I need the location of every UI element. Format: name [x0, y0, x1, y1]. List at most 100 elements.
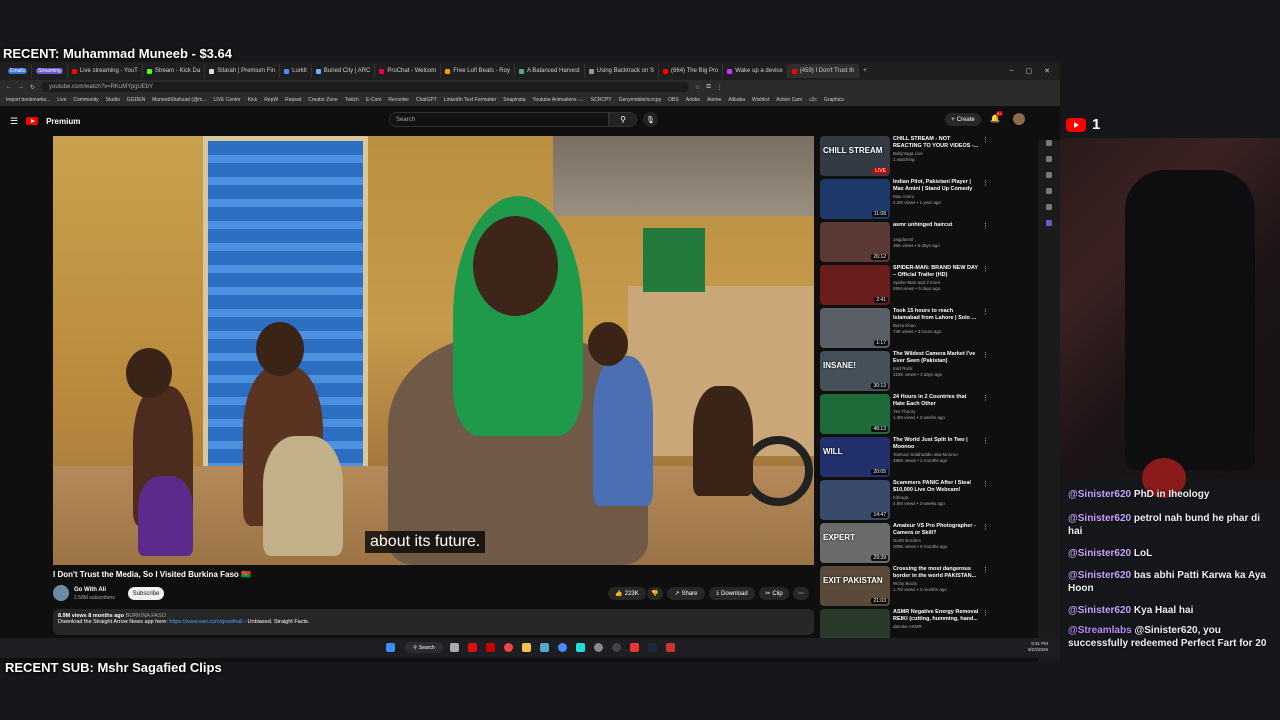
bookmark-item[interactable]: OBS	[668, 97, 679, 103]
recommendation-thumbnail[interactable]: 26:12	[820, 222, 890, 262]
bookmark-item[interactable]: MuneebShahzad (@m...	[152, 97, 206, 103]
bookmark-item[interactable]: c2c	[809, 97, 817, 103]
tab-11[interactable]: (664) The Big Pro	[659, 64, 724, 78]
bookmark-item[interactable]: Kick	[248, 97, 257, 103]
tab-8[interactable]: Free Lofi Beats - Roy	[441, 64, 515, 78]
chat-username[interactable]: @Sinister620	[1068, 513, 1131, 524]
more-options-icon[interactable]: ⋮	[982, 265, 989, 273]
tab-6[interactable]: Buried City | ARC	[312, 64, 376, 78]
video-player[interactable]: about its future.	[53, 136, 814, 565]
description-box[interactable]: 8.9M views 8 months ago BURKINA FASO Dow…	[53, 609, 814, 635]
bookmark-item[interactable]: GGDEN	[127, 97, 145, 103]
recommendation-thumbnail[interactable]: 1:17	[820, 308, 890, 348]
bookmark-item[interactable]: Repeat	[285, 97, 301, 103]
tab-5[interactable]: Lurkit	[280, 64, 312, 78]
bookmark-item[interactable]: LIVE Center	[213, 97, 240, 103]
recommendation-thumbnail[interactable]: 48:13	[820, 394, 890, 434]
app-icon[interactable]	[666, 643, 675, 652]
chrome-icon[interactable]	[558, 643, 567, 652]
recommendation-thumbnail[interactable]: WILL 20:05	[820, 437, 890, 477]
more-options-icon[interactable]: ⋮	[982, 222, 989, 230]
description-link[interactable]: https://www.san.com/gowithali	[169, 619, 242, 625]
chat-username[interactable]: @Sinister620	[1068, 605, 1131, 616]
forward-icon[interactable]: →	[18, 84, 24, 90]
app-icon[interactable]	[576, 643, 585, 652]
mic-icon[interactable]: 🎙	[643, 112, 658, 127]
chat-username[interactable]: @Sinister620	[1068, 548, 1131, 559]
recommendation-thumbnail[interactable]: INSANE! 30:13	[820, 351, 890, 391]
create-button[interactable]: + Create	[945, 113, 981, 126]
more-options-icon[interactable]: ⋮	[982, 609, 989, 617]
bookmark-item[interactable]: Youtube Animations -...	[533, 97, 584, 103]
share-button[interactable]: ↗ Share	[667, 587, 705, 600]
side-panel-icon[interactable]	[1046, 140, 1052, 146]
subscribe-button[interactable]: Subscribe	[128, 587, 164, 600]
more-options-icon[interactable]: ⋮	[982, 523, 989, 531]
recommendation-item[interactable]: EXIT PAKISTAN 21:03 Crossing the most dang…	[820, 566, 1020, 608]
bookmark-item[interactable]: LinkedIn Text Formatter	[444, 97, 496, 103]
recommendation-item[interactable]: EXPERT 29:39 Amateur VS Pro Photographer -…	[820, 523, 1020, 565]
recommendation-item[interactable]: 2:41 SPIDER-MAN: BRAND NEW DAY – Official…	[820, 265, 1020, 307]
tab-9[interactable]: A Balanced Harvest	[515, 64, 585, 78]
app-icon[interactable]	[486, 643, 495, 652]
bookmark-item[interactable]: Community	[73, 97, 98, 103]
bookmark-item[interactable]: Wishlist	[752, 97, 769, 103]
recommendation-channel[interactable]: Max Amini	[893, 194, 979, 199]
youtube-logo-icon[interactable]	[26, 117, 39, 125]
more-options-icon[interactable]: ⋮	[982, 394, 989, 402]
recommendation-item[interactable]: 11:08 Indian Pilot, Pakistani Player | Ma…	[820, 179, 1020, 221]
windows-start-icon[interactable]	[386, 643, 395, 652]
recommendation-channel[interactable]: Richy Boots	[893, 581, 979, 586]
recommendation-item[interactable]: CHILL STREAM LIVE CHILL STREAM - NOT REACT…	[820, 136, 1020, 178]
recommendation-thumbnail[interactable]: EXPERT 29:39	[820, 523, 890, 563]
download-button[interactable]: ⤓ Download	[709, 587, 755, 600]
tab-3[interactable]: Stream - Kick Da	[143, 64, 206, 78]
bookmark-item[interactable]: RepW	[264, 97, 278, 103]
bookmark-item[interactable]: E-Com	[366, 97, 382, 103]
side-panel-icon[interactable]	[1046, 188, 1052, 194]
netflix-icon[interactable]	[468, 643, 477, 652]
minimize-icon[interactable]: –	[1010, 67, 1014, 75]
side-panel-icon[interactable]	[1046, 220, 1052, 226]
recommendation-channel[interactable]: Taimoor Salahuddin aka Mooroo	[893, 452, 979, 457]
bookmark-item[interactable]: ChatGPT	[416, 97, 437, 103]
bookmark-item[interactable]: Recorder	[388, 97, 409, 103]
side-panel-icon[interactable]	[1046, 172, 1052, 178]
app-icon[interactable]	[504, 643, 513, 652]
reload-icon[interactable]: ↻	[30, 84, 35, 91]
bookmark-item[interactable]: Import bookmarks...	[6, 97, 50, 103]
recommendation-thumbnail[interactable]: EXIT PAKISTAN 21:03	[820, 566, 890, 606]
tab-2[interactable]: Live streaming - YouT	[68, 64, 143, 78]
bookmark-item[interactable]: Creator Zone	[308, 97, 337, 103]
bookmark-item[interactable]: Graphics	[824, 97, 844, 103]
bookmark-item[interactable]: Adobe	[686, 97, 700, 103]
folder-icon[interactable]	[522, 643, 531, 652]
task-view-icon[interactable]	[450, 643, 459, 652]
recommendation-item[interactable]: INSANE! 30:13 The Wildest Camera Market I'…	[820, 351, 1020, 393]
more-options-icon[interactable]: ⋮	[982, 437, 989, 445]
bell-icon[interactable]: 🔔 9+	[990, 111, 1003, 123]
url-field[interactable]: youtube.com/watch?v=RKuMYpgUEbY	[41, 82, 690, 92]
maximize-icon[interactable]: ▢	[1026, 67, 1033, 75]
more-options-icon[interactable]: ⋮	[982, 351, 989, 359]
bookmark-item[interactable]: Action Cam	[776, 97, 802, 103]
recommendation-thumbnail[interactable]: 14:47	[820, 480, 890, 520]
channel-avatar[interactable]	[53, 585, 69, 601]
chat-username[interactable]: @Sinister620	[1068, 570, 1131, 581]
side-panel-icon[interactable]	[1046, 204, 1052, 210]
recommendation-item[interactable]: 1:17 Took 15 hours to reach Islamabad fro…	[820, 308, 1020, 350]
more-actions-button[interactable]: ⋯	[793, 587, 809, 600]
side-panel-icon[interactable]	[1046, 156, 1052, 162]
bookmark-item[interactable]: Genymobile/scrcpy	[619, 97, 662, 103]
channel-name[interactable]: Go With Ali	[74, 587, 106, 593]
like-button[interactable]: 👍 223K	[608, 587, 646, 600]
recommendation-channel[interactable]: Karl Rock	[893, 366, 979, 371]
steam-icon[interactable]	[648, 643, 657, 652]
more-options-icon[interactable]: ⋮	[982, 566, 989, 574]
tab-12[interactable]: Wake up a device	[723, 64, 788, 78]
recommendation-thumbnail[interactable]: CHILL STREAM LIVE	[820, 136, 890, 176]
bookmark-item[interactable]: Alibaba	[728, 97, 745, 103]
chat-username[interactable]: @Sinister620	[1068, 489, 1131, 500]
recommendation-channel[interactable]: Kitboga	[893, 495, 979, 500]
tab-4[interactable]: Sitarah | Premium Fin	[205, 64, 281, 78]
